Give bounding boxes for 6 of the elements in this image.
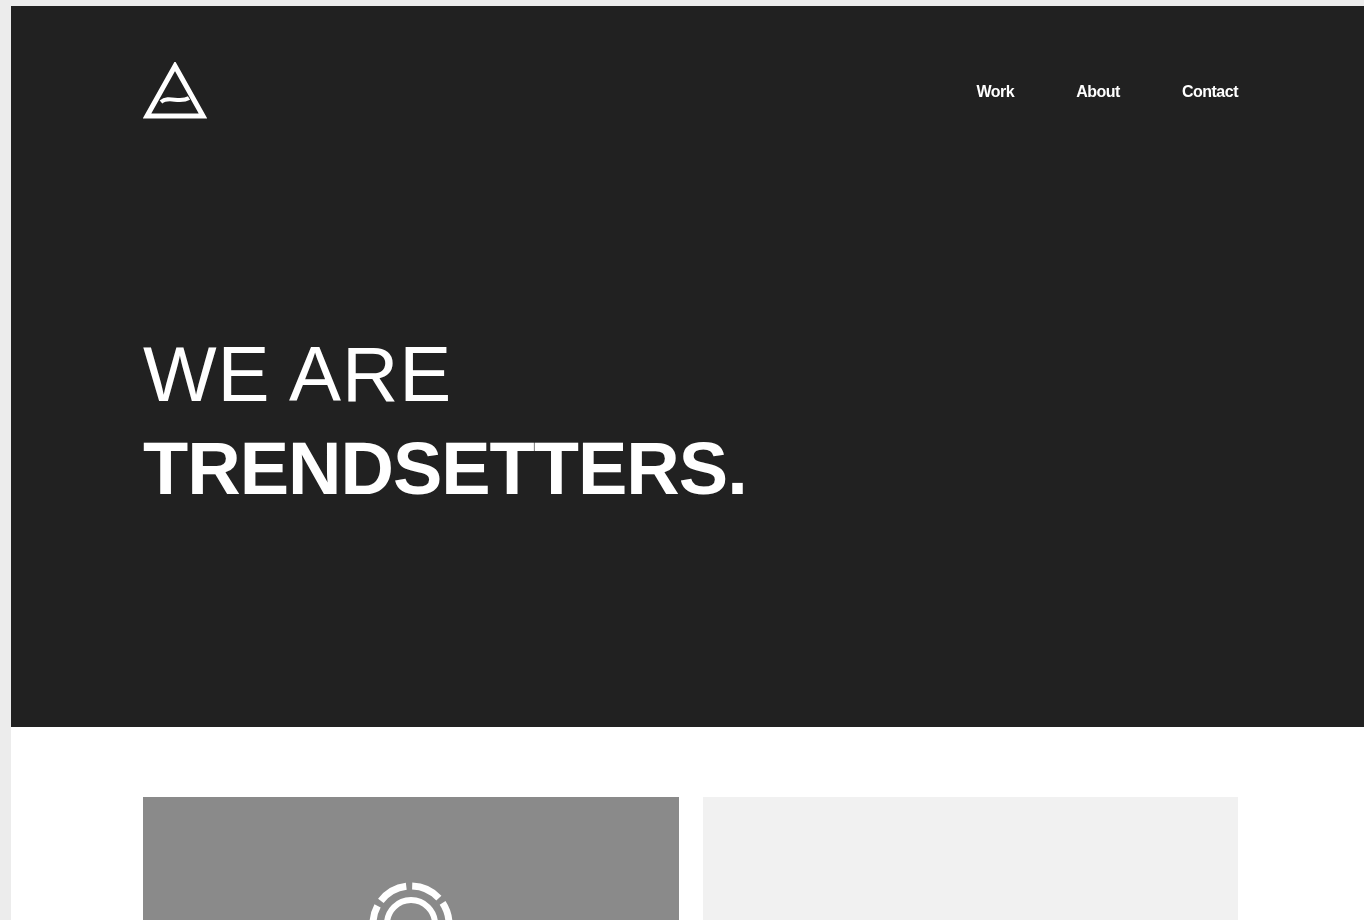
nav-link[interactable]: Work (976, 80, 1015, 104)
nav-link[interactable]: Contact (1181, 80, 1238, 104)
hero-heading-bold: TRENDSETTERS. (143, 426, 748, 512)
nav-link[interactable]: About (1076, 80, 1120, 104)
hero-heading-light: WE ARE (143, 329, 454, 420)
triangle-logo-icon[interactable] (143, 62, 207, 120)
